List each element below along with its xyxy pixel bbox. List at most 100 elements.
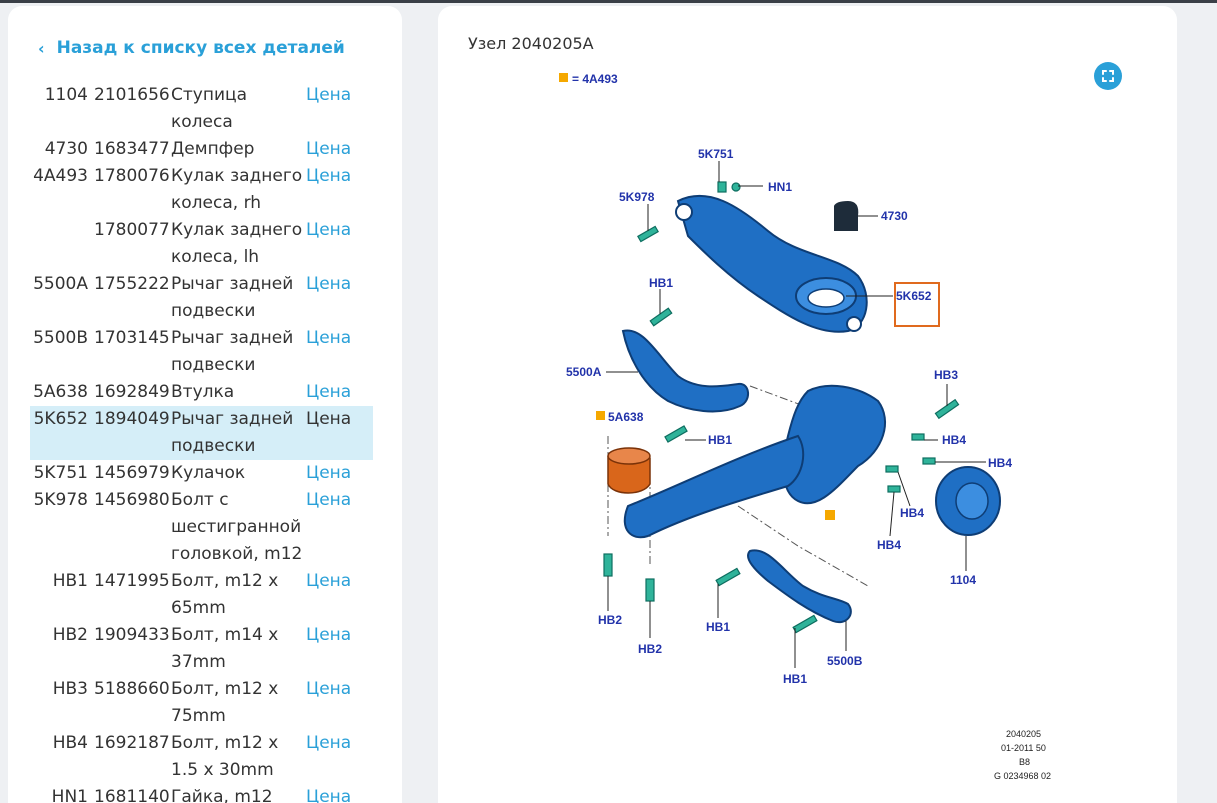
price-link[interactable]: Цена <box>306 460 351 487</box>
part-name: Ступица колеса <box>171 85 247 132</box>
part-name: Болт с шестигранной головкой, m12 <box>171 490 303 564</box>
label-hb4-a[interactable]: HB4 <box>942 433 966 447</box>
table-row[interactable]: HB1 1471995 Болт, m12 x 65mm Цена <box>30 568 373 622</box>
table-row[interactable]: HB2 1909433 Болт, m14 x 37mm Цена <box>30 622 373 676</box>
label-5k652[interactable]: 5K652 <box>896 289 932 303</box>
chevron-left-icon: ‹ <box>38 38 45 58</box>
part-name: Кулак заднего колеса, rh <box>171 166 303 213</box>
diagram-panel: Узел 2040205A = 4A493 5K751 HN1 5K978 47… <box>438 6 1177 803</box>
price-link[interactable]: Цена <box>306 379 351 406</box>
table-row[interactable]: 1780077 Кулак заднего колеса, lh Цена <box>30 217 373 271</box>
label-5k978[interactable]: 5K978 <box>619 190 655 204</box>
legend-marker <box>825 510 835 520</box>
part-code: 5K978 <box>33 490 88 510</box>
price-link[interactable]: Цена <box>306 622 351 676</box>
part-code: 5500A <box>33 274 88 294</box>
part-number: 1456980 <box>94 490 170 510</box>
label-5k751[interactable]: 5K751 <box>698 147 734 161</box>
price-link[interactable]: Цена <box>306 271 351 325</box>
back-to-parts-link[interactable]: ‹ Назад к списку всех деталей <box>38 38 345 58</box>
legend-square <box>559 73 568 82</box>
part-1104-hub[interactable] <box>935 466 1001 536</box>
part-name: Рычаг задней подвески <box>171 409 294 456</box>
part-number: 1894049 <box>94 409 170 429</box>
label-hn1[interactable]: HN1 <box>768 180 792 194</box>
part-code <box>30 217 88 271</box>
label-5500b[interactable]: 5500B <box>827 654 863 668</box>
part-number: 1692849 <box>94 382 170 402</box>
label-5a638[interactable]: 5A638 <box>608 410 644 424</box>
label-5500a[interactable]: 5500A <box>566 365 602 379</box>
part-5500b-arm[interactable] <box>747 549 852 624</box>
label-1104[interactable]: 1104 <box>950 573 976 587</box>
label-hb2-left[interactable]: HB2 <box>598 613 622 627</box>
part-5a638-bushing[interactable] <box>607 447 651 494</box>
footer-line3: B8 <box>1019 757 1030 767</box>
price-link[interactable]: Цена <box>306 568 351 622</box>
part-code: 5K751 <box>33 463 88 483</box>
label-hb4-c[interactable]: HB4 <box>900 506 924 520</box>
price-link[interactable]: Цена <box>306 325 351 379</box>
part-name: Болт, m12 x 75mm <box>171 679 279 726</box>
part-name: Болт, m14 x 37mm <box>171 625 279 672</box>
table-row[interactable]: 5500A 1755222 Рычаг задней подвески Цена <box>30 271 373 325</box>
table-row[interactable]: HB4 1692187 Болт, m12 x 1.5 x 30mm Цена <box>30 730 373 784</box>
part-number: 1471995 <box>94 571 170 591</box>
label-4730[interactable]: 4730 <box>881 209 908 223</box>
table-row[interactable]: HN1 1681140 Гайка, m12 Цена <box>30 784 373 803</box>
price-link[interactable]: Цена <box>306 406 351 460</box>
price-link[interactable]: Цена <box>306 136 351 163</box>
part-code: HN1 <box>51 787 88 803</box>
table-row[interactable]: 4A493 1780076 Кулак заднего колеса, rh Цена <box>30 163 373 217</box>
price-link[interactable]: Цена <box>306 217 351 271</box>
part-name: Втулка <box>171 382 235 402</box>
label-hb4-b[interactable]: HB4 <box>988 456 1012 470</box>
part-4730-damper[interactable] <box>834 201 859 231</box>
part-number: 1780076 <box>94 166 170 186</box>
table-row[interactable]: 5K652 1894049 Рычаг задней подвески Цена <box>30 406 373 460</box>
exploded-parts-diagram: = 4A493 5K751 HN1 5K978 4730 HB1 5K652 5… <box>559 72 1051 781</box>
part-code: 4A493 <box>33 166 88 186</box>
part-number: 1780077 <box>94 220 170 240</box>
price-link[interactable]: Цена <box>306 784 351 803</box>
table-row[interactable]: 5500B 1703145 Рычаг задней подвески Цена <box>30 325 373 379</box>
part-code: 5A638 <box>33 382 88 402</box>
part-code: 4730 <box>44 139 88 159</box>
part-code: HB4 <box>52 733 88 753</box>
price-link[interactable]: Цена <box>306 82 351 136</box>
label-hb1-lower[interactable]: HB1 <box>706 620 730 634</box>
part-number: 1681140 <box>94 787 170 803</box>
part-number: 1683477 <box>94 139 170 159</box>
table-row[interactable]: 5K978 1456980 Болт с шестигранной головкой… <box>30 487 373 568</box>
price-link[interactable]: Цена <box>306 487 351 568</box>
label-hb1-mid[interactable]: HB1 <box>708 433 732 447</box>
footer-line1: 2040205 <box>1006 729 1041 739</box>
price-link[interactable]: Цена <box>306 676 351 730</box>
part-5500a-arm[interactable] <box>621 329 749 413</box>
part-name: Рычаг задней подвески <box>171 274 294 321</box>
label-hb4-d[interactable]: HB4 <box>877 538 901 552</box>
table-row[interactable]: HB3 5188660 Болт, m12 x 75mm Цена <box>30 676 373 730</box>
legend-label: = 4A493 <box>572 72 618 86</box>
label-hb1-bottom[interactable]: HB1 <box>783 672 807 686</box>
price-link[interactable]: Цена <box>306 163 351 217</box>
table-row[interactable]: 1104 2101656 Ступица колеса Цена <box>30 82 373 136</box>
part-number: 1692187 <box>94 733 170 753</box>
label-hb1-top[interactable]: HB1 <box>649 276 673 290</box>
part-code: HB1 <box>52 571 88 591</box>
part-number: 5188660 <box>94 679 170 699</box>
part-code: 1104 <box>44 85 88 105</box>
legend-marker-5a638 <box>596 411 605 420</box>
table-row[interactable]: 4730 1683477 Демпфер Цена <box>30 136 373 163</box>
part-name: Болт, m12 x 65mm <box>171 571 279 618</box>
part-trailing-arm[interactable] <box>623 434 805 539</box>
part-code: 5500B <box>33 328 88 348</box>
label-hb3[interactable]: HB3 <box>934 368 958 382</box>
part-code: HB3 <box>52 679 88 699</box>
label-hb2-right[interactable]: HB2 <box>638 642 662 656</box>
footer-line2: 01-2011 50 <box>1001 743 1046 753</box>
part-name: Кулачок <box>171 463 246 483</box>
table-row[interactable]: 5A638 1692849 Втулка Цена <box>30 379 373 406</box>
price-link[interactable]: Цена <box>306 730 351 784</box>
table-row[interactable]: 5K751 1456979 Кулачок Цена <box>30 460 373 487</box>
